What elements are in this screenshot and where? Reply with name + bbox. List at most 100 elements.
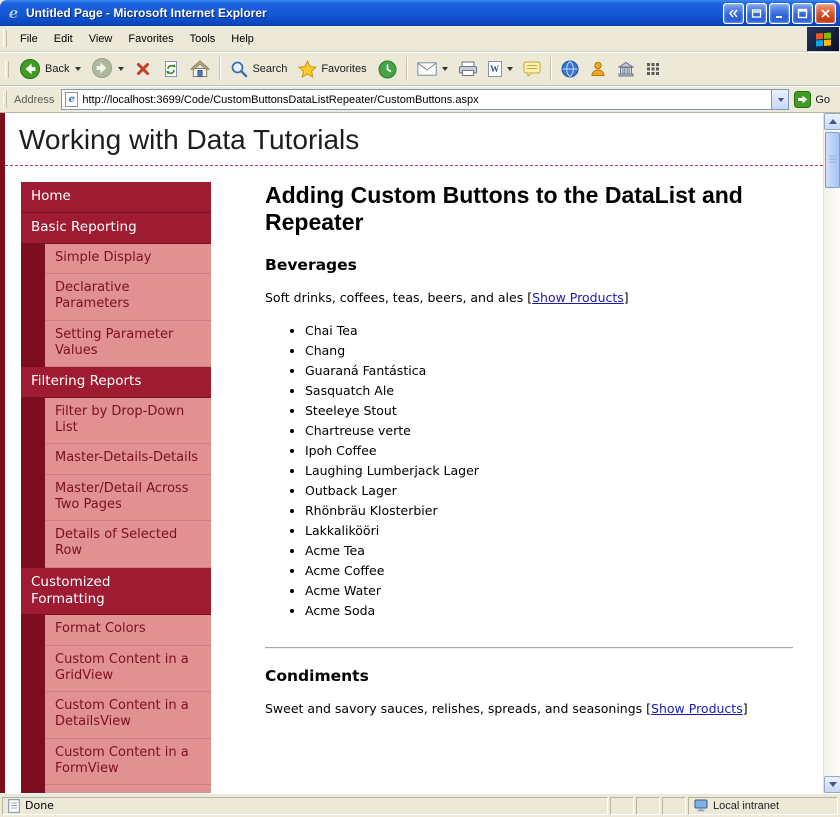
minimize-button[interactable] xyxy=(769,3,790,24)
maximize-button[interactable] xyxy=(792,3,813,24)
forward-dropdown-caret[interactable] xyxy=(118,67,124,71)
sidebar-nav-item[interactable]: Customized Formatting xyxy=(21,568,211,616)
quick-launch-button[interactable] xyxy=(640,58,666,80)
nav-item-label: Custom Content in a DetailsView xyxy=(55,698,189,729)
history-button[interactable] xyxy=(373,57,402,82)
search-label: Search xyxy=(252,63,288,75)
stop-icon xyxy=(134,60,152,78)
status-text: Done xyxy=(25,799,54,812)
back-icon xyxy=(19,58,41,80)
section-description-text: Sweet and savory sauces, relishes, sprea… xyxy=(265,701,642,716)
address-url-input[interactable] xyxy=(82,94,771,106)
section-description: Sweet and savory sauces, relishes, sprea… xyxy=(265,701,793,716)
menu-item[interactable]: Edit xyxy=(46,29,81,49)
sidebar-nav-item[interactable]: Declarative Parameters xyxy=(45,274,211,321)
windows-logo xyxy=(807,27,839,51)
address-input[interactable]: e xyxy=(61,89,789,110)
menu-item[interactable]: Tools xyxy=(182,29,224,49)
menu-item[interactable]: View xyxy=(81,29,121,49)
section-description-text: Soft drinks, coffees, teas, beers, and a… xyxy=(265,290,523,305)
stop-button[interactable] xyxy=(129,57,157,81)
print-button[interactable] xyxy=(453,58,483,80)
sidebar-nav-item[interactable]: Simple Display xyxy=(45,244,211,274)
research-button[interactable] xyxy=(612,58,640,80)
toolbar-separator xyxy=(406,57,408,81)
scroll-up-button[interactable] xyxy=(824,113,840,130)
forward-button[interactable] xyxy=(86,54,129,85)
window-extra-button-2[interactable] xyxy=(746,3,767,24)
globe-icon xyxy=(561,60,579,78)
close-button[interactable] xyxy=(815,3,836,24)
favorites-star-icon xyxy=(298,60,317,78)
messenger-button[interactable] xyxy=(584,57,612,81)
page-title: Adding Custom Buttons to the DataList an… xyxy=(265,182,745,236)
product-list: Chai TeaChangGuaraná FantásticaSasquatch… xyxy=(305,321,793,621)
sidebar-nav-item[interactable]: Details of Selected Row xyxy=(45,521,211,568)
go-label: Go xyxy=(815,94,830,106)
refresh-button[interactable] xyxy=(157,57,185,81)
ie-icon-glyph: e xyxy=(9,4,19,22)
status-pane-small xyxy=(662,797,686,815)
search-button[interactable]: Search xyxy=(225,57,293,81)
go-arrow-icon xyxy=(794,91,811,108)
discuss-button[interactable] xyxy=(518,58,546,80)
sidebar-nav-item[interactable]: Basic Reporting xyxy=(21,213,211,244)
sidebar-nav-item[interactable]: Format Colors xyxy=(45,615,211,645)
address-dropdown-button[interactable] xyxy=(771,90,788,109)
sidebar-nav-item[interactable]: Master/Detail Across Two Pages xyxy=(45,475,211,522)
sidebar-nav-item[interactable]: Filter by Drop-Down List xyxy=(45,398,211,445)
vertical-scrollbar[interactable] xyxy=(823,113,840,793)
mail-button[interactable] xyxy=(412,59,453,79)
local-intranet-icon xyxy=(694,799,708,812)
show-products-link[interactable]: Show Products xyxy=(532,290,624,305)
page-icon: e xyxy=(65,92,78,107)
sidebar-nav-item[interactable]: Master-Details-Details xyxy=(45,444,211,474)
home-button[interactable] xyxy=(185,57,215,81)
window-extra-button-1[interactable] xyxy=(723,3,744,24)
mail-dropdown-caret[interactable] xyxy=(442,67,448,71)
sidebar-nav-item[interactable]: Custom Content in a GridView xyxy=(45,646,211,693)
scroll-down-button[interactable] xyxy=(824,776,840,793)
sidebar-nav-item[interactable] xyxy=(45,785,211,793)
favorites-button[interactable]: Favorites xyxy=(293,57,372,81)
show-products-link[interactable]: Show Products xyxy=(651,701,743,716)
favorites-label: Favorites xyxy=(321,63,367,75)
product-list-item: Outback Lager xyxy=(305,481,793,501)
menu-items: FileEditViewFavoritesToolsHelp xyxy=(12,29,262,49)
toolbar-grip[interactable] xyxy=(5,61,9,78)
double-chevron-icon xyxy=(728,8,739,19)
menu-item[interactable]: Help xyxy=(223,29,262,49)
edit-dropdown-caret[interactable] xyxy=(507,67,513,71)
minimize-icon xyxy=(774,8,785,19)
menu-item[interactable]: Favorites xyxy=(120,29,181,49)
addressbar-grip[interactable] xyxy=(3,91,7,108)
panel-icon xyxy=(751,8,762,19)
back-dropdown-caret[interactable] xyxy=(75,67,81,71)
sidebar-nav-item[interactable]: Home xyxy=(21,182,211,213)
menu-item[interactable]: File xyxy=(12,29,46,49)
sidebar-nav-item[interactable]: Custom Content in a FormView xyxy=(45,739,211,786)
page-body: Home Basic Reporting Simple Display Decl… xyxy=(5,166,823,793)
section-description: Soft drinks, coffees, teas, beers, and a… xyxy=(265,290,793,305)
product-list-item: Ipoh Coffee xyxy=(305,441,793,461)
titlebar[interactable]: e Untitled Page - Microsoft Internet Exp… xyxy=(0,0,840,26)
discuss-icon xyxy=(523,61,541,77)
msn-button[interactable] xyxy=(556,57,584,81)
back-button[interactable]: Back xyxy=(14,55,86,83)
sidebar-nav-item[interactable]: Setting Parameter Values xyxy=(45,321,211,368)
sidebar-nav-item[interactable]: Filtering Reports xyxy=(21,367,211,398)
site-header: Working with Data Tutorials xyxy=(5,113,823,166)
product-list-item: Rhönbräu Klosterbier xyxy=(305,501,793,521)
edit-button[interactable]: W xyxy=(483,58,518,80)
window-title: Untitled Page - Microsoft Internet Explo… xyxy=(26,6,723,20)
product-list-item: Acme Soda xyxy=(305,601,793,621)
product-list-item: Chang xyxy=(305,341,793,361)
sidebar-nav-item[interactable]: Custom Content in a DetailsView xyxy=(45,692,211,739)
scrollbar-thumb[interactable] xyxy=(825,132,840,188)
menubar-grip[interactable] xyxy=(3,30,7,47)
product-list-item: Acme Coffee xyxy=(305,561,793,581)
product-list-item: Acme Tea xyxy=(305,541,793,561)
address-bar: Address e Go xyxy=(0,86,840,113)
go-button[interactable]: Go xyxy=(789,90,837,109)
browser-window: e Untitled Page - Microsoft Internet Exp… xyxy=(0,0,840,817)
